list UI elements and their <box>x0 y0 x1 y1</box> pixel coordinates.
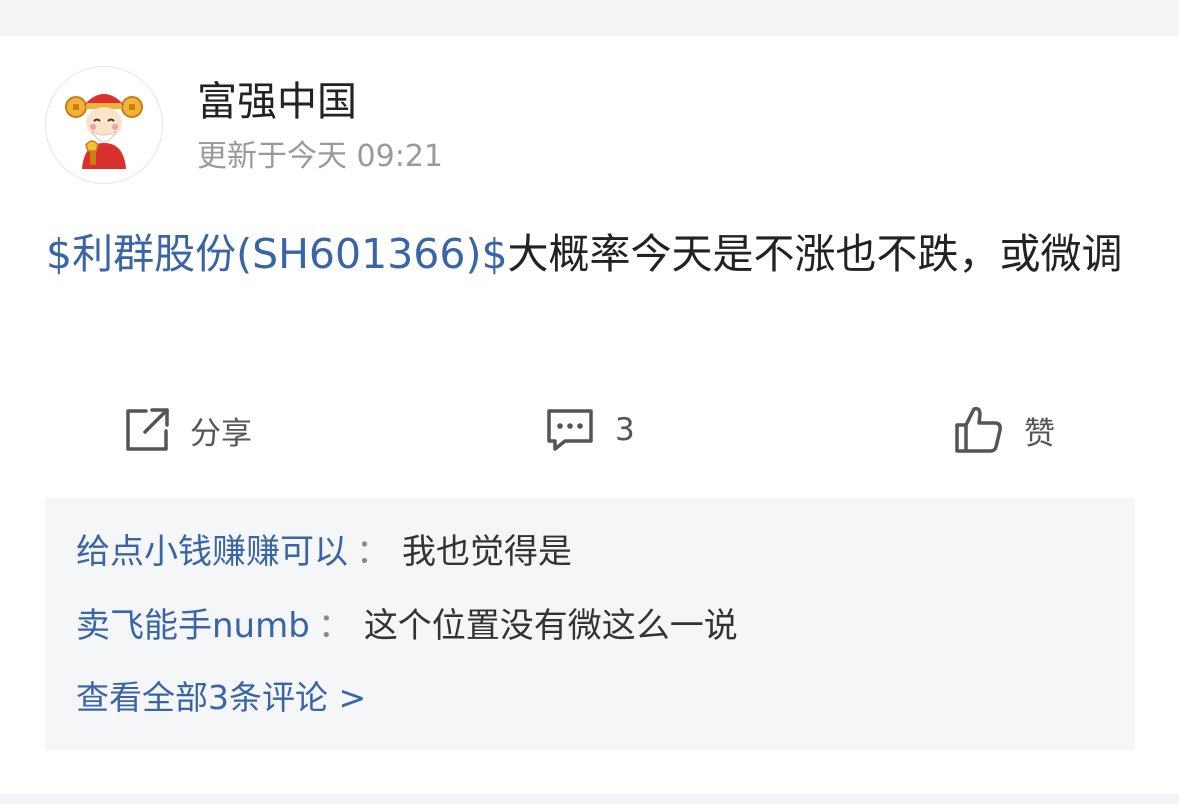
like-label: 赞 <box>1024 415 1055 452</box>
comment-item: 给点小钱赚赚可以： 我也觉得是 <box>76 528 572 576</box>
share-label: 分享 <box>190 415 252 452</box>
avatar[interactable] <box>45 66 163 184</box>
comment-user[interactable]: 卖飞能手numb <box>76 606 310 646</box>
comment-bubble-icon <box>547 409 593 451</box>
top-separator <box>0 0 1179 36</box>
comment-separator: ： <box>317 606 352 646</box>
view-all-comments-link[interactable]: 查看全部3条评论 > <box>76 674 366 722</box>
comment-item: 卖飞能手numb： 这个位置没有微这么一说 <box>76 602 738 650</box>
thumbs-up-icon <box>955 406 1002 453</box>
comment-user[interactable]: 给点小钱赚赚可以 <box>76 532 348 572</box>
post-text: 大概率今天是不涨也不跌，或微调 <box>507 230 1123 278</box>
stock-tag-link[interactable]: $利群股份(SH601366)$ <box>46 230 508 278</box>
like-button[interactable]: 赞 <box>952 400 1055 460</box>
comment-text: 这个位置没有微这么一说 <box>363 606 738 646</box>
share-button[interactable]: 分享 <box>122 400 252 460</box>
comment-separator: ： <box>356 532 390 572</box>
comments-preview: 给点小钱赚赚可以：我也觉得是 卖飞能手numb：这个位置没有微这么一说 查看全部… <box>45 498 1135 750</box>
comment-text: 我也觉得是 <box>402 532 572 572</box>
comment-count: 3 <box>615 412 635 448</box>
share-external-icon <box>126 408 169 451</box>
post-body: $利群股份(SH601366)$大概率今天是不涨也不跌，或微调 <box>46 220 1136 288</box>
comment-button[interactable]: 3 <box>543 400 635 460</box>
author-name[interactable]: 富强中国 <box>197 74 357 130</box>
post-time: 更新于今天 09:21 <box>197 139 443 174</box>
bottom-separator <box>0 794 1179 804</box>
god-of-wealth-avatar-icon <box>65 94 143 169</box>
